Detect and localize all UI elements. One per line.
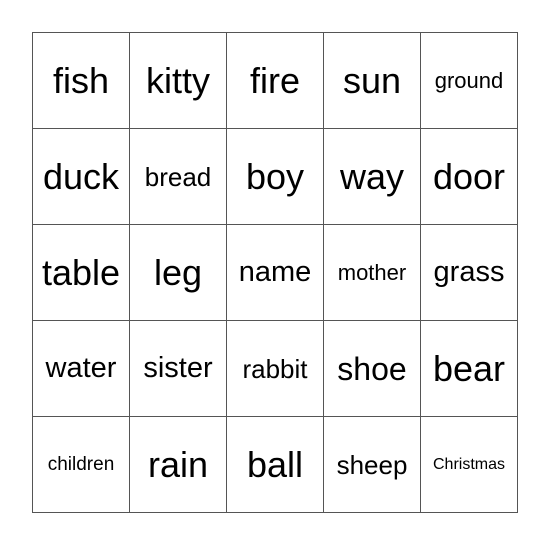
bingo-cell[interactable]: sheep [323, 416, 421, 513]
bingo-cell[interactable]: fish [32, 32, 130, 129]
bingo-cell[interactable]: mother [323, 224, 421, 321]
bingo-cell[interactable]: shoe [323, 320, 421, 417]
bingo-row: children rain ball sheep Christmas [32, 416, 518, 513]
bingo-cell[interactable]: bread [129, 128, 227, 225]
bingo-row: water sister rabbit shoe bear [32, 320, 518, 417]
bingo-cell[interactable]: rain [129, 416, 227, 513]
bingo-cell[interactable]: grass [420, 224, 518, 321]
bingo-cell[interactable]: table [32, 224, 130, 321]
bingo-cell[interactable]: bear [420, 320, 518, 417]
bingo-cell[interactable]: name [226, 224, 324, 321]
bingo-cell[interactable]: way [323, 128, 421, 225]
bingo-row: table leg name mother grass [32, 224, 518, 321]
bingo-cell[interactable]: Christmas [420, 416, 518, 513]
bingo-cell[interactable]: ground [420, 32, 518, 129]
bingo-cell[interactable]: duck [32, 128, 130, 225]
bingo-row: fish kitty fire sun ground [32, 32, 518, 129]
bingo-grid: fish kitty fire sun ground duck bread bo… [32, 32, 518, 513]
bingo-cell[interactable]: water [32, 320, 130, 417]
bingo-cell[interactable]: door [420, 128, 518, 225]
bingo-cell[interactable]: sun [323, 32, 421, 129]
bingo-cell[interactable]: children [32, 416, 130, 513]
bingo-cell[interactable]: rabbit [226, 320, 324, 417]
bingo-row: duck bread boy way door [32, 128, 518, 225]
bingo-cell[interactable]: boy [226, 128, 324, 225]
bingo-cell[interactable]: ball [226, 416, 324, 513]
bingo-card: fish kitty fire sun ground duck bread bo… [32, 32, 518, 513]
bingo-cell[interactable]: kitty [129, 32, 227, 129]
bingo-cell[interactable]: sister [129, 320, 227, 417]
bingo-cell[interactable]: fire [226, 32, 324, 129]
bingo-cell[interactable]: leg [129, 224, 227, 321]
